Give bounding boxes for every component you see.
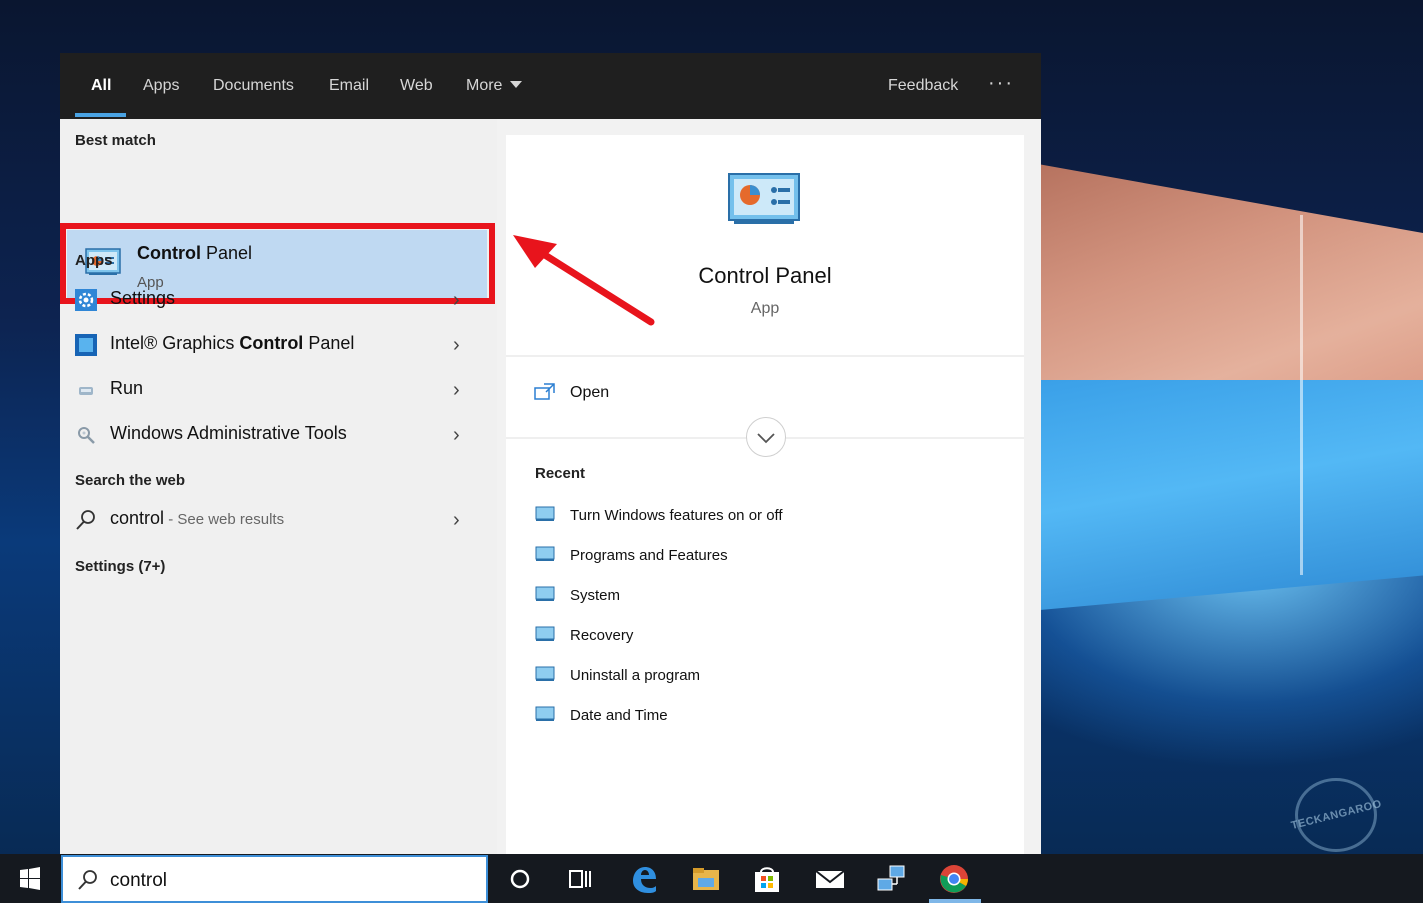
chevron-down-icon: [757, 433, 775, 444]
recent-item-label: Turn Windows features on or off: [570, 507, 783, 524]
tab-email[interactable]: Email: [313, 53, 385, 119]
open-label: Open: [570, 384, 610, 401]
chrome-icon[interactable]: [937, 862, 971, 896]
file-explorer-icon[interactable]: [689, 862, 723, 896]
control-panel-small-icon: [535, 546, 555, 561]
watermark-text: TECKANGAROO: [1289, 797, 1383, 833]
tab-more[interactable]: More: [450, 53, 538, 119]
web-query-text: control - See web results: [110, 508, 285, 528]
caret-down-icon: [510, 81, 523, 89]
search-filter-bar: All Apps Documents Email Web More Feedba…: [60, 53, 1041, 119]
chevron-right-icon[interactable]: ›: [453, 379, 460, 402]
search-icon: [78, 870, 97, 890]
store-icon[interactable]: [750, 862, 784, 896]
chevron-right-icon[interactable]: ›: [453, 424, 460, 447]
recent-item-label: Programs and Features: [570, 547, 728, 564]
cortana-circle-icon[interactable]: [503, 862, 537, 896]
search-panel: All Apps Documents Email Web More Feedba…: [60, 53, 1041, 854]
control-panel-small-icon: [535, 586, 555, 601]
divider: [506, 355, 1024, 357]
result-run[interactable]: Run ›: [60, 367, 497, 412]
result-web-search[interactable]: control - See web results ›: [60, 497, 497, 542]
recent-item-label: System: [570, 587, 621, 604]
settings-section-heading[interactable]: Settings (7+): [75, 558, 165, 575]
control-panel-small-icon: [535, 506, 555, 521]
wallpaper-light-line: [1300, 215, 1303, 575]
tab-documents[interactable]: Documents: [197, 53, 310, 119]
recent-item-label: Uninstall a program: [570, 667, 701, 684]
wallpaper-window-pane-bottom: [1040, 380, 1423, 610]
open-icon: [534, 383, 555, 400]
result-admin-tools-label: Windows Administrative Tools: [110, 423, 347, 443]
recent-heading: Recent: [535, 465, 586, 482]
run-icon: [79, 387, 93, 395]
edge-icon[interactable]: [627, 862, 661, 896]
expand-button[interactable]: [746, 417, 786, 457]
result-intel-graphics[interactable]: Intel® Graphics Control Panel ›: [60, 322, 497, 367]
settings-gear-icon: [75, 289, 97, 311]
control-panel-small-icon: [535, 706, 555, 721]
tab-all[interactable]: All: [75, 53, 127, 119]
control-panel-small-icon: [535, 666, 555, 681]
windows-start-icon[interactable]: [0, 854, 60, 903]
result-run-label: Run: [110, 378, 144, 398]
apps-heading: Apps: [75, 252, 113, 269]
result-settings[interactable]: Settings ›: [60, 277, 497, 322]
active-tab-indicator: [75, 113, 126, 117]
results-list: Best match Control Panel App Apps Settin…: [60, 119, 497, 854]
tab-web[interactable]: Web: [384, 53, 449, 119]
mail-icon[interactable]: [813, 862, 847, 896]
tab-apps[interactable]: Apps: [127, 53, 195, 119]
active-app-indicator: [929, 899, 981, 903]
taskbar-search-box[interactable]: control: [61, 855, 488, 903]
chevron-right-icon[interactable]: ›: [453, 509, 460, 532]
control-panel-small-icon: [535, 626, 555, 641]
result-settings-label: Settings: [110, 288, 176, 308]
search-web-heading: Search the web: [75, 472, 186, 489]
taskbar: control: [0, 854, 1423, 903]
recent-item-label: Date and Time: [570, 707, 668, 724]
search-input[interactable]: control: [110, 870, 167, 892]
red-arrow-annotation: [513, 235, 655, 326]
chevron-right-icon[interactable]: ›: [453, 289, 460, 312]
control-panel-large-icon: [728, 173, 800, 224]
result-admin-tools[interactable]: Windows Administrative Tools ›: [60, 412, 497, 457]
intel-graphics-icon: [75, 334, 97, 356]
tab-more-label: More: [466, 77, 503, 94]
search-icon: [76, 510, 95, 530]
best-match-heading: Best match: [75, 132, 156, 149]
feedback-button[interactable]: Feedback: [872, 53, 974, 119]
admin-tools-icon: [78, 427, 95, 444]
chevron-right-icon[interactable]: ›: [453, 334, 460, 357]
watermark-logo: TECKANGAROO: [1289, 778, 1383, 852]
more-options-icon[interactable]: ···: [988, 53, 1014, 119]
result-intel-graphics-label: Intel® Graphics Control Panel: [110, 333, 355, 353]
network-icon[interactable]: [875, 862, 909, 896]
task-view-icon[interactable]: [563, 862, 597, 896]
recent-item-label: Recovery: [570, 627, 634, 644]
